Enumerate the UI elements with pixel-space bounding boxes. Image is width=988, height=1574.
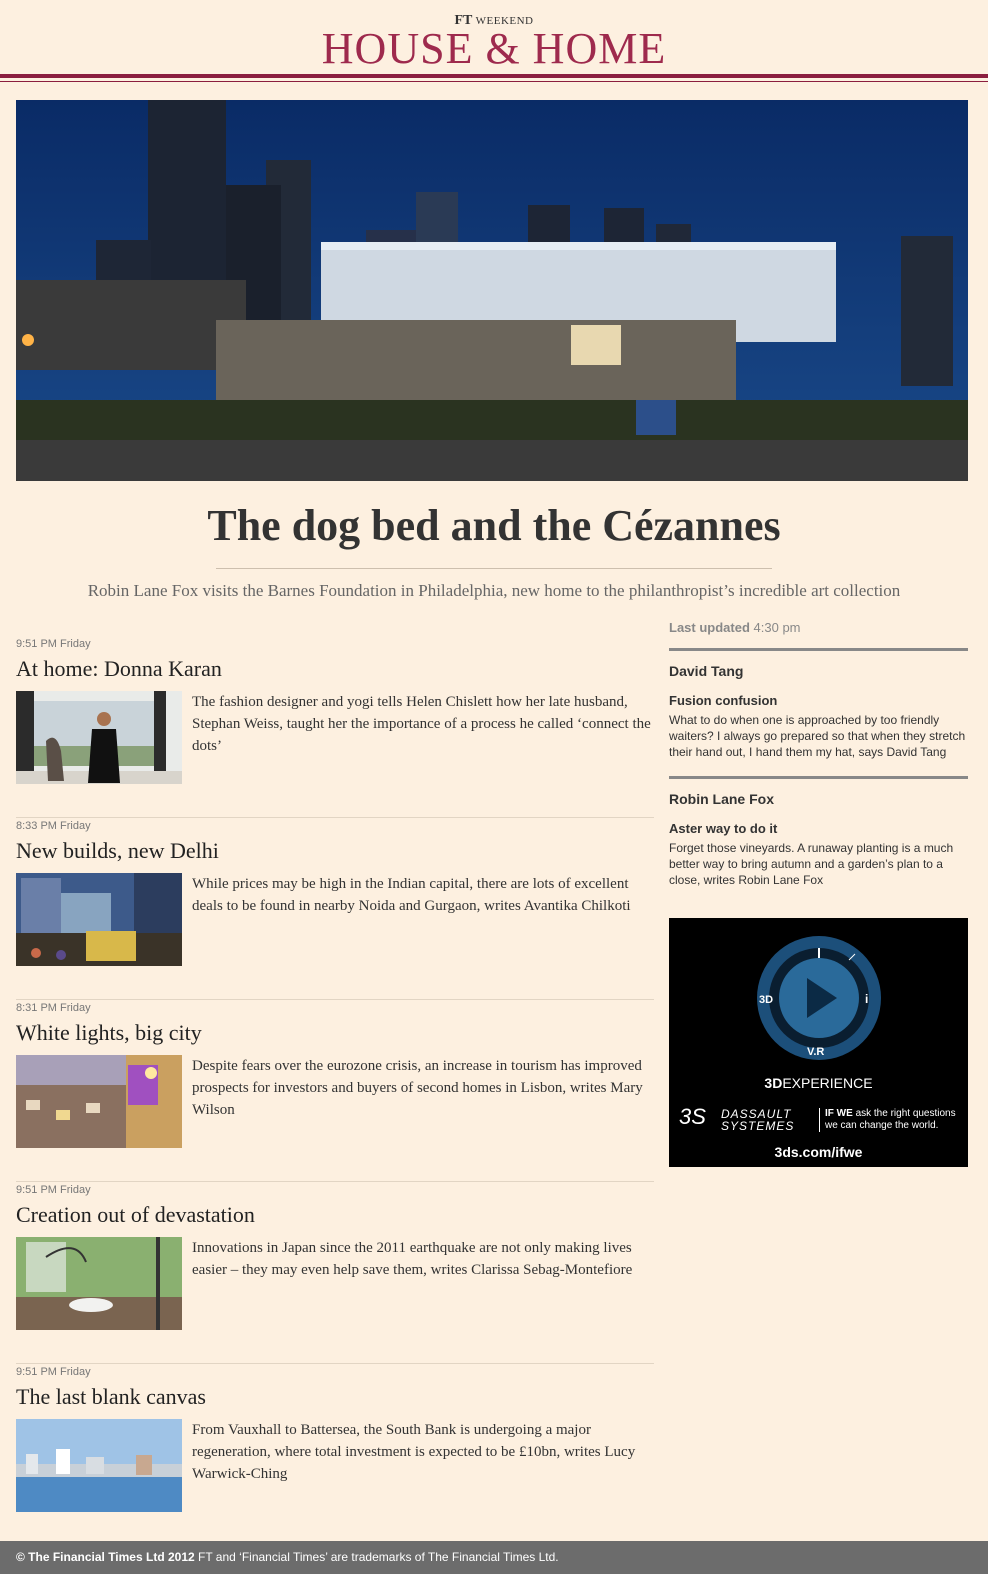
museum-skyline-photo bbox=[16, 100, 968, 481]
ad-headline: 3DEXPERIENCE bbox=[669, 1075, 968, 1091]
article-summary: While prices may be high in the Indian c… bbox=[192, 876, 631, 914]
columnist-name[interactable]: David Tang bbox=[669, 663, 968, 679]
article-item: 9:51 PM Friday The last blank canvas Fro… bbox=[16, 1364, 654, 1546]
article-title[interactable]: White lights, big city bbox=[16, 1020, 202, 1046]
article-timestamp: 9:51 PM Friday bbox=[16, 638, 91, 650]
column-title[interactable]: Fusion confusion bbox=[669, 693, 968, 708]
lead-headline[interactable]: The dog bed and the Cézannes bbox=[0, 500, 988, 551]
headline-divider bbox=[216, 568, 772, 569]
last-updated-label: Last updated bbox=[669, 620, 750, 635]
article-thumbnail[interactable] bbox=[16, 691, 182, 784]
japan-interior-photo bbox=[16, 1237, 182, 1330]
sidebar: Last updated 4:30 pm David Tang Fusion c… bbox=[669, 618, 968, 904]
ad-url[interactable]: 3ds.com/ifwe bbox=[669, 1144, 968, 1160]
south-bank-photo bbox=[16, 1419, 182, 1512]
article-summary: From Vauxhall to Battersea, the South Ba… bbox=[192, 1422, 636, 1482]
article-thumbnail[interactable] bbox=[16, 1055, 182, 1148]
article-summary: The fashion designer and yogi tells Hele… bbox=[192, 694, 651, 754]
hero-image[interactable] bbox=[16, 100, 968, 481]
ad-3d-label: 3D bbox=[759, 994, 774, 1006]
article-list: 9:51 PM Friday At home: Donna Karan The … bbox=[16, 636, 654, 1546]
delhi-street-photo bbox=[16, 873, 182, 966]
ad-i-label: i bbox=[865, 992, 869, 1006]
masthead: FT WEEKEND HOUSE & HOME bbox=[0, 0, 988, 82]
donna-karan-photo bbox=[16, 691, 182, 784]
lead-standfirst: Robin Lane Fox visits the Barnes Foundat… bbox=[87, 581, 901, 600]
article-timestamp: 9:51 PM Friday bbox=[16, 1366, 91, 1378]
last-updated: Last updated 4:30 pm bbox=[669, 618, 968, 648]
column-block: David Tang Fusion confusion What to do w… bbox=[669, 648, 968, 776]
article-item: 9:51 PM Friday Creation out of devastati… bbox=[16, 1182, 654, 1364]
last-updated-time: 4:30 pm bbox=[753, 620, 801, 635]
ad-tagline-bold: IF WE bbox=[825, 1108, 853, 1119]
ad-vr-label: V.R bbox=[807, 1046, 825, 1058]
ad-brand: DASSAULT SYSTEMES bbox=[721, 1108, 794, 1132]
article-summary: Innovations in Japan since the 2011 eart… bbox=[192, 1240, 633, 1278]
article-summary: Despite fears over the eurozone crisis, … bbox=[192, 1058, 643, 1118]
dassault-logo-icon: 3S bbox=[679, 1104, 706, 1129]
article-thumbnail[interactable] bbox=[16, 873, 182, 966]
advertisement[interactable]: 3D i V.R 3DEXPERIENCE 3S DASSAULT SYSTEM… bbox=[669, 918, 968, 1167]
footer-copyright: © The Financial Times Ltd 2012 bbox=[16, 1550, 195, 1564]
ad-brand-line2: SYSTEMES bbox=[721, 1119, 795, 1133]
article-title[interactable]: The last blank canvas bbox=[16, 1384, 206, 1410]
column-summary: Forget those vineyards. A runaway planti… bbox=[669, 841, 954, 887]
article-timestamp: 8:31 PM Friday bbox=[16, 1002, 91, 1014]
footer: © The Financial Times Ltd 2012 FT and ‘F… bbox=[0, 1541, 988, 1574]
article-item: 9:51 PM Friday At home: Donna Karan The … bbox=[16, 636, 654, 818]
article-title[interactable]: New builds, new Delhi bbox=[16, 838, 219, 864]
article-thumbnail[interactable] bbox=[16, 1237, 182, 1330]
column-block: Robin Lane Fox Aster way to do it Forget… bbox=[669, 776, 968, 904]
columnist-name[interactable]: Robin Lane Fox bbox=[669, 791, 968, 807]
article-timestamp: 9:51 PM Friday bbox=[16, 1184, 91, 1196]
article-item: 8:31 PM Friday White lights, big city De… bbox=[16, 1000, 654, 1182]
article-item: 8:33 PM Friday New builds, new Delhi Whi… bbox=[16, 818, 654, 1000]
ad-headline-rest: EXPERIENCE bbox=[782, 1075, 873, 1091]
section-brand[interactable]: HOUSE & HOME bbox=[0, 27, 988, 71]
footer-trademark: FT and ‘Financial Times’ are trademarks … bbox=[198, 1550, 559, 1564]
column-summary: What to do when one is approached by too… bbox=[669, 713, 966, 759]
ad-headline-bold: 3D bbox=[764, 1075, 783, 1091]
lisbon-hillside-photo bbox=[16, 1055, 182, 1148]
ad-tagline: IF WE ask the right questions we can cha… bbox=[819, 1108, 964, 1132]
article-timestamp: 8:33 PM Friday bbox=[16, 820, 91, 832]
article-title[interactable]: At home: Donna Karan bbox=[16, 656, 222, 682]
column-title[interactable]: Aster way to do it bbox=[669, 821, 968, 836]
article-thumbnail[interactable] bbox=[16, 1419, 182, 1512]
article-title[interactable]: Creation out of devastation bbox=[16, 1202, 255, 1228]
